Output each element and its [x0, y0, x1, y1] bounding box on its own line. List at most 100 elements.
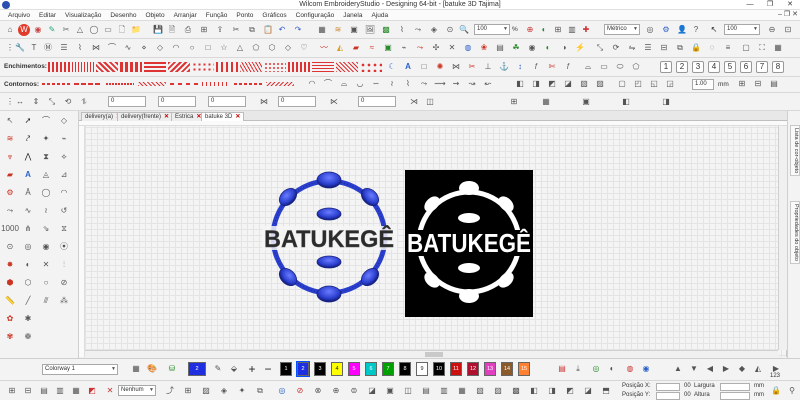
stamp-icon[interactable]: ⊙ — [4, 241, 16, 253]
outline-pattern-icon[interactable] — [74, 83, 102, 85]
reshape-tool-icon[interactable]: ⤤ — [22, 133, 34, 145]
feather-icon[interactable]: ⋔ — [22, 223, 34, 235]
help-icon[interactable]: ? — [690, 24, 702, 36]
color-swatch-7[interactable]: 7 — [382, 362, 394, 376]
tatami-icon[interactable]: ◭ — [334, 42, 346, 54]
pentagon-icon[interactable]: ⬠ — [250, 42, 262, 54]
hexagon-icon[interactable]: ⬡ — [266, 42, 278, 54]
tab-batuke-3d[interactable]: batuke 3D ✕ — [201, 112, 245, 121]
zoom-in-icon[interactable]: ⊕ — [524, 24, 536, 36]
view-icon[interactable]: ⊟ — [752, 78, 764, 90]
connector-icon[interactable]: ⋈ — [450, 61, 462, 73]
contour-offset-icon[interactable]: ▨ — [594, 78, 606, 90]
color-swatch-2[interactable]: 2 — [296, 361, 310, 377]
fullscreen-icon[interactable]: ⛶ — [756, 42, 768, 54]
zoom-factor-select[interactable]: 100 ▼ — [474, 24, 510, 35]
zoom-icon[interactable]: 🔍 — [458, 24, 470, 36]
scissors-icon[interactable]: ✂ — [466, 61, 478, 73]
photo-tool-icon[interactable]: ◐ — [22, 259, 34, 271]
send-to-machine-icon[interactable]: ⇪ — [214, 24, 226, 36]
save-icon[interactable]: 💾 — [152, 24, 164, 36]
show-3d-icon[interactable]: ▩ — [380, 24, 392, 36]
mirror-icon[interactable]: ⇋ — [626, 42, 638, 54]
status-tool-icon[interactable]: ▤ — [38, 385, 50, 397]
vertical-scrollbar[interactable] — [778, 126, 787, 350]
status-tool-icon[interactable]: ⚲ — [786, 385, 798, 397]
status-tool-icon[interactable]: ▦ — [70, 385, 82, 397]
sequin-tool-icon[interactable]: ◉ — [40, 241, 52, 253]
slow-redraw-icon[interactable]: ◭ — [752, 363, 764, 375]
number-7-icon[interactable]: 7 — [756, 61, 768, 73]
satin-icon[interactable]: 〰 — [318, 42, 330, 54]
lock-proportions-icon[interactable]: 🔒 — [770, 385, 782, 397]
layers-icon[interactable]: ≡ — [722, 42, 734, 54]
status-tool-icon[interactable]: ▩ — [510, 385, 522, 397]
number-2-icon[interactable]: 2 — [676, 61, 688, 73]
remove-color-icon[interactable]: − — [262, 363, 274, 375]
outline-pattern-icon[interactable] — [234, 83, 262, 85]
color-swatch-10[interactable]: 10 — [433, 362, 445, 376]
outline-tool-icon[interactable]: ↝ — [466, 78, 478, 90]
property-tool-icon[interactable]: ◨ — [660, 96, 672, 108]
square-icon[interactable]: □ — [202, 42, 214, 54]
motif-icon[interactable]: ✣ — [430, 42, 442, 54]
status-tool-icon[interactable]: ⊜ — [348, 385, 360, 397]
combine-icon[interactable]: ◪ — [562, 78, 574, 90]
polyline-icon[interactable]: ⌒ — [40, 115, 52, 127]
status-tool-icon[interactable]: ▨ — [492, 385, 504, 397]
arc-shape-icon[interactable]: ⌓ — [582, 61, 594, 73]
menu-arquivo[interactable]: Arquivo — [8, 12, 30, 19]
drag-icon[interactable]: ⇘ — [40, 223, 52, 235]
circle-icon[interactable]: ○ — [186, 42, 198, 54]
mirror-tool-icon[interactable]: ⫻ — [40, 295, 52, 307]
fill-pattern-icon[interactable] — [360, 62, 382, 72]
monogram-tool-icon[interactable]: ◬ — [40, 169, 52, 181]
contour-icon[interactable]: ≈ — [366, 42, 378, 54]
weld-icon[interactable]: ◧ — [514, 78, 526, 90]
anchor-icon[interactable]: ⚓ — [498, 61, 510, 73]
fill-pattern-icon[interactable] — [120, 62, 142, 72]
circle-tool-icon[interactable]: ◯ — [40, 187, 52, 199]
arrow-right-icon[interactable]: ▶ — [720, 363, 732, 375]
width-field[interactable] — [720, 383, 750, 391]
curve-tool-icon[interactable]: ∿ — [22, 205, 34, 217]
status-tool-icon[interactable]: ⊞ — [182, 385, 194, 397]
bead-icon[interactable]: ◉ — [526, 42, 538, 54]
team-name-tool-icon[interactable]: ⊿ — [58, 169, 70, 181]
grid-icon[interactable]: ▦ — [316, 24, 328, 36]
open-folder-icon[interactable]: 📁 — [130, 24, 142, 36]
show-functions-icon[interactable]: ⤳ — [412, 24, 424, 36]
property-tool-icon[interactable]: ⋊ — [408, 96, 420, 108]
color-picker-icon[interactable]: ◉ — [640, 363, 652, 375]
property-tool-icon[interactable]: ◧ — [620, 96, 632, 108]
minimize-button[interactable]: — — [740, 0, 760, 10]
height-field[interactable] — [720, 392, 750, 400]
trim-icon[interactable]: ✄ — [546, 61, 558, 73]
outline-tool-icon[interactable]: ◠ — [306, 78, 318, 90]
status-tool-icon[interactable]: ◩ — [86, 385, 98, 397]
property-field[interactable]: 0 — [358, 96, 396, 107]
cross-tool-icon[interactable]: ✕ — [40, 259, 52, 271]
backtrack-icon[interactable]: ↺ — [58, 205, 70, 217]
property-tool-icon[interactable]: ⋉ — [328, 96, 340, 108]
curve-icon[interactable]: ∿ — [122, 42, 134, 54]
hide-icon[interactable]: ◌ — [706, 42, 718, 54]
scrollbar-thumb[interactable] — [425, 352, 443, 357]
diamond-icon[interactable]: ◇ — [282, 42, 294, 54]
auto-trace-icon[interactable]: ⟡ — [58, 151, 70, 163]
property-tool-icon[interactable]: ⇕ — [30, 96, 42, 108]
horizontal-scrollbar[interactable] — [85, 350, 778, 358]
color-sort-icon[interactable]: ⤓ — [572, 363, 584, 375]
menu-configuracao[interactable]: Configuração — [296, 12, 335, 19]
team-names-icon[interactable]: ☰ — [58, 42, 70, 54]
redo-icon[interactable]: ↷ — [292, 24, 304, 36]
wreath-icon[interactable]: ❁ — [22, 331, 34, 343]
status-tool-icon[interactable]: ▤ — [420, 385, 432, 397]
effect-select[interactable]: Nenhum ▼ — [118, 385, 156, 396]
status-tool-icon[interactable]: ▣ — [384, 385, 396, 397]
zoom-box-icon[interactable]: ⊡ — [782, 24, 794, 36]
reshape-icon[interactable]: ◇ — [154, 42, 166, 54]
status-tool-icon[interactable]: ◧ — [528, 385, 540, 397]
fill-pattern-icon[interactable] — [72, 62, 94, 72]
status-tool-icon[interactable]: ▥ — [54, 385, 66, 397]
